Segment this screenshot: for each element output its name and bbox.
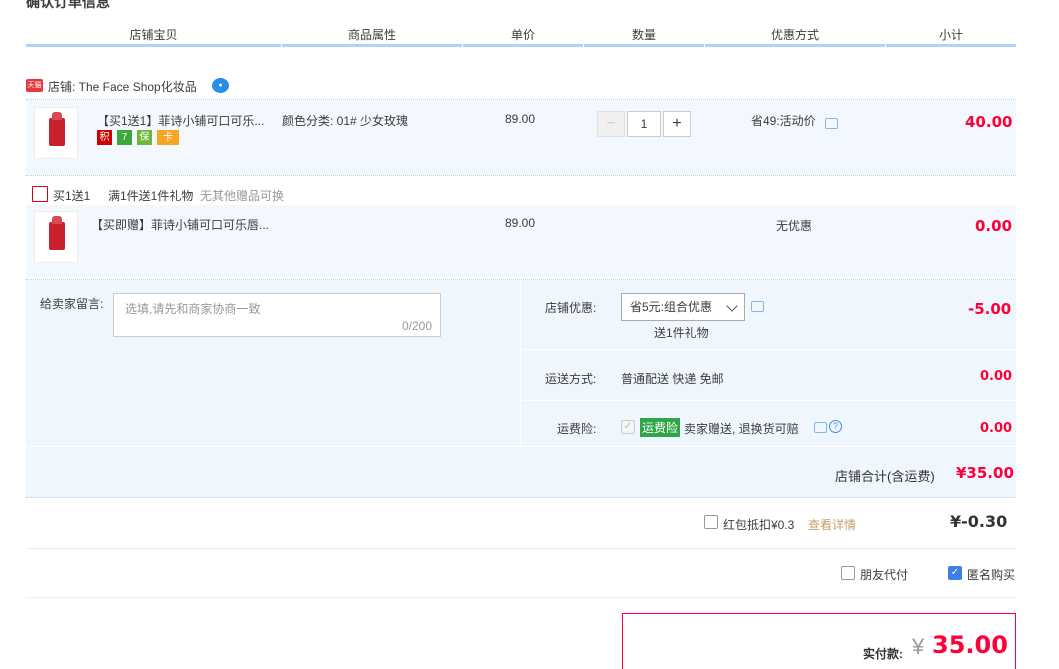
message-counter: 0/200 (401, 319, 432, 333)
unit-price: 89.00 (505, 216, 536, 230)
comment-icon[interactable] (825, 118, 838, 129)
shop-discount-label: 店铺优惠: (545, 301, 597, 315)
insurance-label: 运费险: (557, 422, 597, 436)
redpacket-detail-link[interactable]: 查看详情 (808, 516, 856, 533)
shop-discount-gift: 送1件礼物 (654, 326, 709, 340)
message-placeholder: 选填,请先和商家协商一致 (125, 302, 261, 316)
chevron-down-icon (726, 300, 738, 312)
gift-promo-label: 买1送1 (53, 189, 91, 203)
credit-card-icon: 卡 (157, 130, 179, 145)
divider (26, 548, 1016, 549)
product-attributes: 颜色分类: 01# 少女玫瑰 (282, 114, 409, 128)
discount-method: 省49:活动价 (751, 114, 816, 128)
gift-product-title[interactable]: 【买即赠】菲诗小铺可口可乐唇... (91, 216, 269, 233)
anonymous-label: 匿名购买 (967, 568, 1016, 582)
friend-pay-checkbox[interactable] (841, 566, 855, 580)
quantity-minus-button[interactable]: − (597, 111, 625, 137)
product-thumbnail[interactable] (34, 211, 78, 263)
redpacket-amount: ¥-0.30 (950, 512, 1008, 531)
row-separator (26, 446, 1016, 447)
discount-method: 无优惠 (776, 219, 813, 233)
item-subtotal: 40.00 (965, 113, 1013, 131)
shop-total-label: 店铺合计(含运费) (835, 469, 935, 484)
wangwang-chat-icon[interactable]: ● (212, 78, 229, 93)
product-thumbnail[interactable] (34, 107, 78, 159)
shipping-amount: 0.00 (980, 369, 1013, 384)
header-underline (282, 44, 462, 47)
column-separator (520, 281, 521, 446)
redpacket-checkbox[interactable] (704, 515, 718, 529)
page-title: 确认订单信息 (26, 0, 110, 10)
anonymous-checkbox[interactable]: ✓ (948, 566, 962, 580)
quantity-plus-button[interactable]: + (663, 111, 691, 137)
header-underline (463, 44, 583, 47)
row-separator (520, 400, 1016, 401)
unit-price: 89.00 (505, 112, 536, 126)
gift-rule: 满1件送1件礼物 (108, 189, 194, 203)
insurance-amount: 0.00 (980, 421, 1013, 436)
guarantee-icon: 保 (137, 130, 152, 145)
payment-currency: ¥ (912, 634, 925, 659)
header-underline (705, 44, 885, 47)
insurance-description: 卖家赠送, 退换货可赔 (684, 422, 799, 436)
payment-summary: 实付款: ¥ 35.00 (622, 613, 1016, 669)
insurance-checkbox[interactable]: ✓ (621, 420, 635, 434)
shop-discount-selected: 省5元:组合优惠 (630, 300, 713, 314)
shipping-label: 运送方式: (545, 372, 597, 386)
seven-day-return-icon: 7 (117, 130, 132, 145)
comment-icon[interactable] (814, 422, 827, 433)
shop-total-amount: ¥35.00 (956, 464, 1014, 482)
header-underline (886, 44, 1016, 47)
message-label: 给卖家留言: (40, 297, 104, 311)
gift-icon (32, 186, 48, 202)
insurance-tag: 运费险 (640, 418, 681, 437)
divider (26, 175, 1016, 176)
shop-discount-select[interactable]: 省5元:组合优惠 (621, 293, 745, 321)
payment-label: 实付款: (863, 647, 903, 661)
shipping-method[interactable]: 普通配送 快递 免邮 (621, 370, 724, 387)
payment-amount: 35.00 (932, 631, 1008, 659)
redpacket-label: 红包抵扣¥0.3 (723, 518, 795, 532)
row-separator (520, 349, 1016, 350)
seller-message-input[interactable]: 选填,请先和商家协商一致 0/200 (113, 293, 441, 337)
gift-note: 无其他赠品可换 (200, 189, 285, 203)
shop-discount-amount: -5.00 (968, 300, 1012, 318)
quantity-input[interactable]: 1 (627, 111, 661, 137)
divider (26, 597, 1016, 598)
item-subtotal: 0.00 (975, 217, 1013, 235)
comment-icon[interactable] (751, 301, 764, 312)
tmall-badge: 天猫 (26, 79, 43, 92)
help-icon[interactable]: ? (829, 420, 842, 433)
friend-pay-label: 朋友代付 (860, 568, 909, 582)
product-title[interactable]: 【买1送1】菲诗小铺可口可乐... (97, 112, 264, 129)
shop-name[interactable]: 店铺: The Face Shop化妆品 (48, 78, 197, 95)
header-underline (26, 44, 281, 47)
header-underline (584, 44, 704, 47)
points-badge-icon: 积 (97, 130, 112, 145)
